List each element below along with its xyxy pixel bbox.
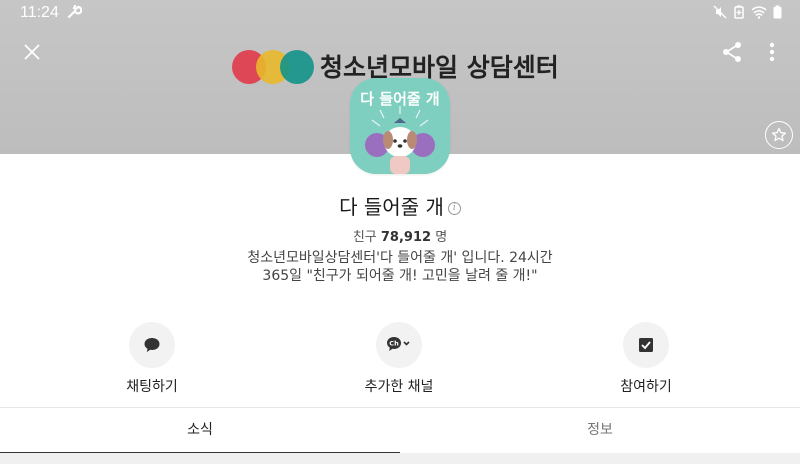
status-time: 11:24 [20, 4, 59, 21]
info-icon[interactable]: i [447, 202, 461, 215]
wifi-icon [751, 5, 767, 23]
dog-mascot-icon [365, 106, 435, 174]
more-icon [769, 42, 775, 62]
chat-label: 채팅하기 [126, 379, 178, 395]
tab-bar: 소식 정보 [0, 407, 800, 454]
favorite-button[interactable] [765, 121, 793, 149]
channel-added-label: 추가한 채널 [364, 379, 434, 395]
svg-text:Ch: Ch [389, 340, 399, 348]
join-label: 참여하기 [620, 379, 672, 395]
checkbox-icon [639, 338, 653, 352]
status-icons [713, 5, 782, 23]
more-button[interactable] [763, 40, 781, 64]
friends-unit: 명 [435, 230, 448, 245]
join-button-circle[interactable] [623, 322, 669, 368]
friends-label: 친구 [352, 230, 377, 245]
channel-added-icon: Ch [387, 337, 410, 351]
channel-avatar: 다 들어줄 개 [350, 78, 450, 174]
tab-news[interactable]: 소식 [0, 408, 400, 454]
share-icon [723, 42, 741, 62]
status-bar: 11:24 [0, 0, 800, 26]
chat-button-circle[interactable] [129, 322, 175, 368]
channel-added-button[interactable]: Ch 추가한 채널 [329, 322, 469, 396]
content-divider [0, 453, 800, 464]
friends-count: 친구 78,912 명 [0, 226, 800, 245]
star-icon [771, 127, 787, 142]
battery-icon [773, 5, 782, 23]
channel-name: 다 들어줄 개i [0, 191, 800, 220]
mute-icon [713, 5, 727, 23]
close-button[interactable] [20, 40, 44, 64]
battery-saver-icon [733, 5, 745, 23]
wrench-icon [66, 4, 83, 24]
chat-icon [144, 338, 160, 352]
close-icon [24, 44, 40, 60]
join-button[interactable]: 참여하기 [576, 322, 716, 396]
brand-circles [230, 46, 314, 86]
channel-description: 청소년모바일상담센터'다 들어줄 개' 입니다. 24시간 365일 "친구가 … [247, 250, 553, 284]
channel-name-text: 다 들어줄 개 [339, 195, 444, 219]
friends-number: 78,912 [380, 230, 432, 245]
tab-info[interactable]: 정보 [400, 408, 800, 454]
share-button[interactable] [720, 40, 744, 64]
chat-button[interactable]: 채팅하기 [82, 322, 222, 396]
channel-added-button-circle[interactable]: Ch [376, 322, 422, 368]
